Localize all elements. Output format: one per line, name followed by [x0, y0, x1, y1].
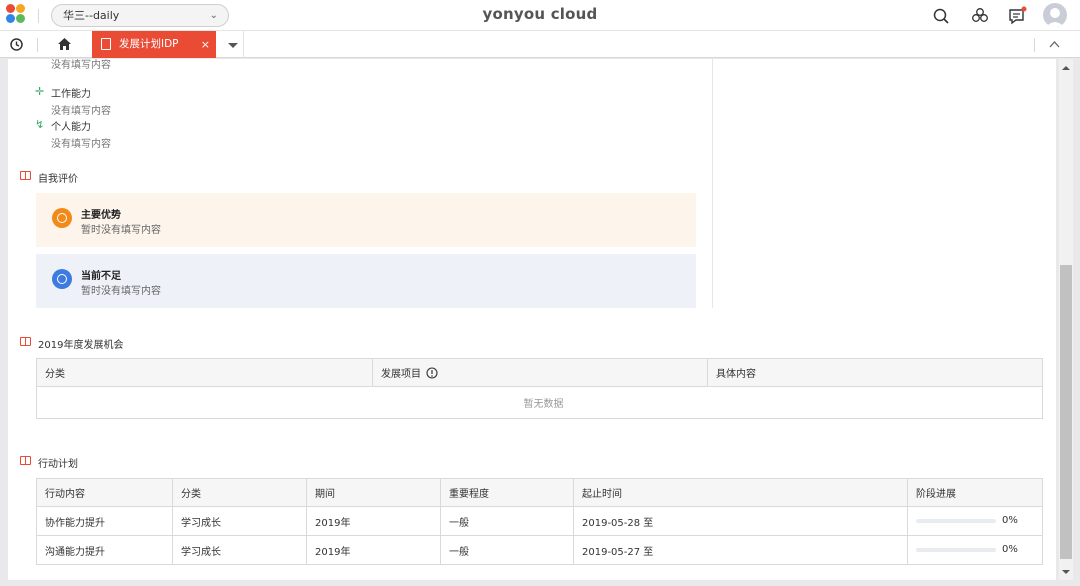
history-icon[interactable] — [9, 37, 24, 52]
weakness-title: 当前不足 — [81, 271, 121, 282]
cell-content: 协作能力提升 — [36, 506, 173, 536]
strength-title: 主要优势 — [81, 210, 121, 221]
ability-desc: 没有填写内容 — [51, 60, 111, 71]
scroll-thumb[interactable] — [1060, 265, 1072, 559]
cell-progress: 0% — [907, 506, 1043, 536]
user-avatar[interactable] — [1043, 3, 1067, 27]
cross-move-icon: ✛ — [35, 85, 45, 98]
cell-category: 学习成长 — [172, 535, 307, 565]
column-header: 期间 — [306, 478, 441, 507]
column-header: 重要程度 — [440, 478, 574, 507]
section-title-text: 自我评价 — [38, 174, 78, 185]
section-title-text: 行动计划 — [38, 459, 78, 470]
section-title-text: 2019年度发展机会 — [38, 340, 124, 351]
ability-title: 工作能力 — [51, 89, 91, 100]
cell-importance: 一般 — [440, 506, 574, 536]
book-icon — [20, 171, 31, 180]
info-icon[interactable] — [426, 367, 438, 379]
book-icon — [20, 337, 31, 346]
cell-importance: 一般 — [440, 535, 574, 565]
empty-text: 暂无数据 — [36, 386, 1043, 419]
column-divider — [712, 59, 713, 308]
message-icon[interactable] — [1006, 5, 1028, 27]
search-icon[interactable] — [930, 5, 952, 27]
home-icon[interactable] — [57, 37, 72, 51]
cell-period: 2019年 — [306, 506, 441, 536]
section-title-action-plan: 行动计划 — [20, 455, 78, 470]
document-icon — [101, 38, 111, 50]
cell-dates: 2019-05-28 至 — [573, 506, 908, 536]
strength-card: 主要优势 暂时没有填写内容 — [36, 193, 696, 247]
ability-item: ↯ 个人能力 没有填写内容 — [35, 118, 111, 150]
column-header: 发展项目 — [372, 358, 708, 387]
smile-icon — [52, 208, 72, 228]
divider — [1034, 38, 1035, 52]
ability-item: ✛ 工作能力 没有填写内容 — [35, 85, 111, 117]
cell-content: 沟通能力提升 — [36, 535, 173, 565]
ability-desc: 没有填写内容 — [51, 106, 111, 117]
progress-value: 0% — [1002, 544, 1018, 556]
scroll-up-arrow[interactable] — [1062, 66, 1070, 70]
idp-page: 没有填写内容 ✛ 工作能力 没有填写内容 ↯ 个人能力 没有填写内容 自我评价 … — [8, 59, 1056, 580]
tab-label: 发展计划IDP — [119, 38, 179, 50]
book-icon — [20, 456, 31, 465]
column-header: 分类 — [172, 478, 307, 507]
empty-row: 暂无数据 — [36, 386, 1043, 419]
progress-bar — [916, 547, 996, 552]
ability-title: 个人能力 — [51, 122, 91, 133]
cell-progress: 0% — [907, 535, 1043, 565]
apps-icon[interactable] — [969, 5, 991, 27]
progress-bar — [916, 518, 996, 523]
cell-dates: 2019-05-27 至 — [573, 535, 908, 565]
column-header: 阶段进展 — [907, 478, 1043, 507]
weakness-card: 当前不足 暂时没有填写内容 — [36, 254, 696, 308]
top-bar: 华三--daily ⌄ yonyou cloud — [0, 0, 1080, 31]
scroll-down-arrow[interactable] — [1062, 570, 1070, 574]
section-title-opportunities: 2019年度发展机会 — [20, 336, 123, 351]
tab-dropdown-button[interactable] — [222, 31, 244, 58]
close-icon[interactable]: × — [201, 31, 210, 58]
vertical-scrollbar[interactable] — [1059, 59, 1073, 580]
column-header: 分类 — [36, 358, 373, 387]
cell-category: 学习成长 — [172, 506, 307, 536]
weakness-desc: 暂时没有填写内容 — [81, 286, 161, 297]
cell-period: 2019年 — [306, 535, 441, 565]
column-header-label: 发展项目 — [381, 369, 421, 380]
brand-title: yonyou cloud — [482, 5, 598, 23]
action-plan-table: 行动内容 分类 期间 重要程度 起止时间 阶段进展 协作能力提升 学习成长 20… — [36, 478, 1043, 565]
ability-desc: 没有填写内容 — [51, 139, 111, 150]
table-row[interactable]: 协作能力提升 学习成长 2019年 一般 2019-05-28 至 0% — [36, 506, 1043, 536]
table-header-row: 分类 发展项目 具体内容 — [36, 358, 1043, 387]
lightning-icon: ↯ — [35, 118, 45, 131]
user-icon — [1046, 8, 1064, 27]
column-header: 具体内容 — [707, 358, 1043, 387]
chevron-up-icon[interactable] — [1049, 40, 1060, 48]
column-header: 起止时间 — [573, 478, 908, 507]
opportunities-table: 分类 发展项目 具体内容 暂无数据 — [36, 358, 1043, 419]
tab-bar: 发展计划IDP × — [0, 31, 1080, 58]
divider — [37, 38, 38, 52]
strength-desc: 暂时没有填写内容 — [81, 225, 161, 236]
table-header-row: 行动内容 分类 期间 重要程度 起止时间 阶段进展 — [36, 478, 1043, 507]
ability-item: 没有填写内容 — [35, 59, 111, 71]
sad-face-icon — [52, 269, 72, 289]
column-header: 行动内容 — [36, 478, 173, 507]
tab-idp[interactable]: 发展计划IDP × — [92, 31, 216, 58]
progress-value: 0% — [1002, 515, 1018, 527]
table-row[interactable]: 沟通能力提升 学习成长 2019年 一般 2019-05-27 至 0% — [36, 535, 1043, 565]
section-title-self-eval: 自我评价 — [20, 170, 78, 185]
